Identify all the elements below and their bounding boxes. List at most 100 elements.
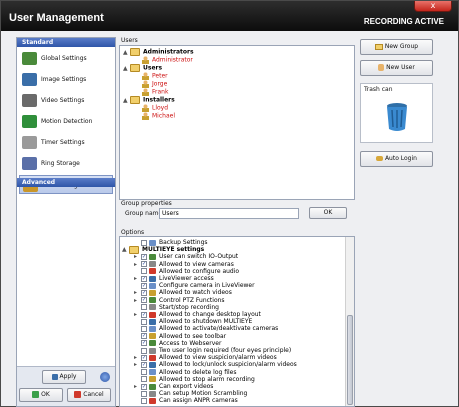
user-icon [142,88,149,96]
user-group-node[interactable]: ▲ Installers [123,96,175,104]
option-checkbox[interactable]: ✓ [141,340,147,347]
apply-button[interactable]: Apply [42,370,86,384]
help-icon[interactable] [100,372,110,382]
expand-icon[interactable]: ▲ [123,49,130,56]
close-button[interactable]: x [414,1,452,12]
new-user-button[interactable]: New User [360,60,433,76]
option-checkbox[interactable]: ✓ [141,253,147,260]
auto-login-button[interactable]: Auto Login [360,151,433,167]
video-settings-icon [22,94,37,107]
sidebar-group-standard[interactable]: Standard [17,38,115,47]
option-label: Backup Settings [159,239,208,246]
option-label: Allowed to change desktop layout [159,311,261,318]
option-checkbox[interactable] [141,390,147,397]
trash-can-icon [387,103,407,131]
key-icon [376,156,384,161]
option-checkbox[interactable] [141,376,147,383]
users-tree: ▲ Administrators Administrator ▲ Users Peter J… [119,45,355,200]
option-row[interactable]: Backup Settings [134,238,354,247]
sidebar-item-label: Image Settings [41,76,87,83]
user-node[interactable]: Administrator [142,56,193,64]
option-label: Can assign ANPR cameras [159,397,238,405]
sidebar-item-global-settings[interactable]: Global Settings [19,49,113,68]
option-checkbox[interactable]: ✓ [141,289,147,296]
tree-label: Michael [152,112,175,120]
option-label: Allowed to view suspicion/alarm videos [159,354,277,362]
new-group-label: New Group [384,43,419,50]
option-checkbox[interactable] [141,397,147,404]
tree-label: Installers [143,96,175,104]
group-ok-button[interactable]: OK [309,207,347,219]
tree-label: Administrator [152,56,193,64]
option-checkbox[interactable] [141,369,147,376]
expand-icon[interactable]: ▲ [123,97,130,104]
expand-icon[interactable]: ▲ [123,65,130,72]
new-group-button[interactable]: New Group [360,39,433,55]
option-icon [149,376,156,383]
option-checkbox[interactable]: ✓ [141,261,147,268]
sidebar-item-timer-settings[interactable]: Timer Settings [19,133,113,152]
option-icon [149,311,156,318]
recording-status: RECORDING ACTIVE [363,17,444,26]
sidebar-nav: Global Settings Image Settings Video Setti… [17,49,115,194]
user-icon [142,80,149,88]
option-checkbox[interactable]: ✓ [141,275,147,282]
group-properties-panel: Group name Users OK [119,207,355,229]
option-label: LiveViewer access [159,275,214,282]
group-properties-label: Group properties [121,200,172,207]
sidebar-group-advanced[interactable]: Advanced [17,178,115,187]
folder-icon [130,96,140,104]
folder-icon [374,43,383,50]
motion-detection-icon [22,115,37,128]
options-scrollbar[interactable] [345,237,354,406]
option-checkbox[interactable] [141,325,147,332]
option-label: Allowed to view cameras [159,260,234,268]
option-icon [149,275,156,282]
option-label: Allowed to delete log files [159,368,237,376]
option-label: Configure camera in LiveViewer [159,282,255,290]
option-icon [149,347,156,354]
option-checkbox[interactable]: ✓ [141,354,147,361]
ring-storage-icon [22,157,37,170]
option-checkbox[interactable] [141,268,147,275]
user-node[interactable]: Lloyd [142,104,168,112]
option-checkbox[interactable]: ✓ [141,297,147,304]
cancel-button[interactable]: Cancel [67,388,111,402]
options-scrollbar-thumb[interactable] [347,315,353,405]
user-group-node[interactable]: ▲ Users [123,64,162,72]
option-icon [149,282,156,289]
sidebar-item-motion-detection[interactable]: Motion Detection [19,112,113,131]
sidebar-item-ring-storage[interactable]: Ring Storage [19,154,113,173]
option-checkbox[interactable]: ✓ [141,282,147,289]
option-checkbox[interactable] [141,318,147,325]
tree-label: Administrators [143,48,194,56]
user-node[interactable]: Michael [142,112,175,120]
option-checkbox[interactable] [141,304,147,311]
trash-can-area[interactable]: Trash can [360,83,433,143]
sidebar-item-image-settings[interactable]: Image Settings [19,70,113,89]
user-node[interactable]: Jorge [142,80,167,88]
user-node[interactable]: Frank [142,88,168,96]
user-node[interactable]: Peter [142,72,168,80]
sidebar-item-label: Timer Settings [41,139,85,146]
option-icon [149,289,156,296]
option-label: Allowed to lock/unlock suspicion/alarm v… [159,361,297,369]
option-checkbox[interactable]: ✓ [141,311,147,318]
trash-can-label: Trash can [364,86,393,93]
ok-button[interactable]: OK [19,388,63,402]
group-name-field[interactable]: Users [159,208,299,219]
option-label: Control PTZ Functions [159,296,225,304]
user-icon [142,104,149,112]
option-icon [149,383,156,390]
user-group-node[interactable]: ▲ Administrators [123,48,194,56]
option-icon [149,318,156,325]
option-icon [149,333,156,340]
expand-icon[interactable]: ▲ [122,245,129,254]
option-checkbox[interactable]: ✓ [141,383,147,390]
option-checkbox[interactable]: ✓ [141,361,147,368]
option-checkbox[interactable] [141,347,147,354]
user-icon [142,112,149,120]
option-checkbox[interactable]: ✓ [141,333,147,340]
sidebar-item-video-settings[interactable]: Video Settings [19,91,113,110]
option-checkbox[interactable] [141,239,147,246]
